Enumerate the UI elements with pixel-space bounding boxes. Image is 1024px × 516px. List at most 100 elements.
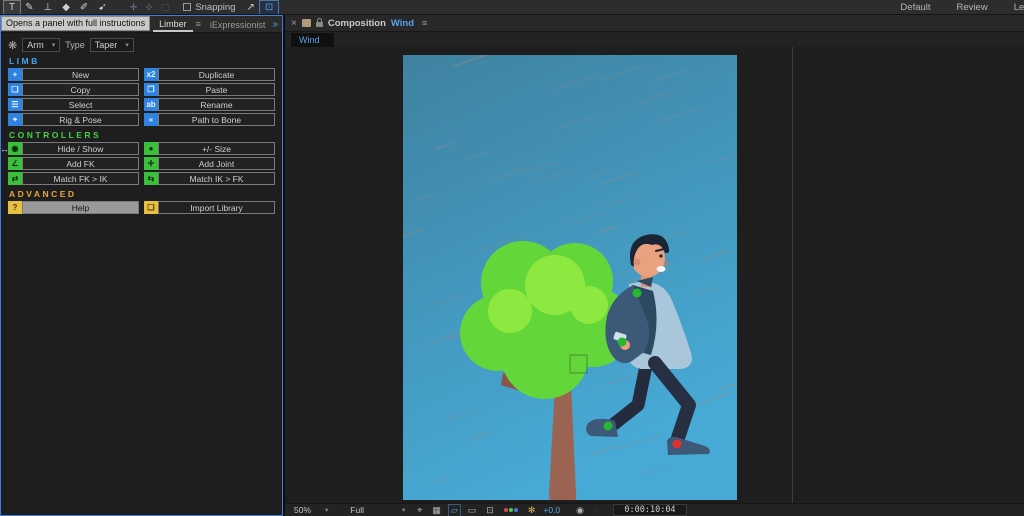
eraser-tool[interactable]: ◆ xyxy=(57,1,75,14)
type-tool[interactable]: T xyxy=(4,1,20,14)
snapshot-camera-icon[interactable]: ◉ xyxy=(574,505,586,516)
snapping-checkbox[interactable] xyxy=(183,3,191,11)
back-shoe xyxy=(586,419,618,437)
more-tabs-icon[interactable]: » xyxy=(272,19,278,30)
limb-button-grid: + New x2 Duplicate ❏ Copy ❐ Paste xyxy=(8,68,275,126)
gear-icon[interactable]: ❋ xyxy=(8,39,17,52)
hand-grid-icon[interactable]: ⌖ xyxy=(415,505,424,516)
limb-select[interactable]: Arm ▾ xyxy=(22,38,60,52)
puppet-pin-tool[interactable]: ➹ xyxy=(93,1,111,14)
controller-dot-back-heel[interactable] xyxy=(604,422,613,431)
panel-menu-icon[interactable]: ≡ xyxy=(193,19,204,29)
select-button[interactable]: ☰ Select xyxy=(8,98,139,111)
composition-thumbnail-icon xyxy=(302,19,311,27)
paste-button[interactable]: ❐ Paste xyxy=(144,83,275,96)
snap-bounds-icon[interactable]: ⊡ xyxy=(260,1,278,14)
snap-arrow-icon[interactable]: ↗ xyxy=(241,1,259,14)
plus-icon: + xyxy=(8,68,22,81)
zoom-select[interactable]: 50% ▾ xyxy=(290,505,332,515)
resolution-select[interactable]: Full ▾ xyxy=(346,505,409,515)
tab-iexpressionist[interactable]: iExpressionist xyxy=(204,18,272,31)
roto-brush-tool[interactable]: ✐ xyxy=(75,1,93,14)
composition-name[interactable]: Wind xyxy=(391,18,414,29)
eye xyxy=(659,254,662,257)
help-icon: ? xyxy=(8,201,22,214)
button-label: Match IK > FK xyxy=(158,172,275,185)
mask-visibility-icon[interactable]: ▱ xyxy=(449,505,460,516)
import-library-button[interactable]: ❑ Import Library xyxy=(144,201,275,214)
puppet-overlap-pin-icon[interactable]: ▢ xyxy=(157,1,174,14)
add-fk-button[interactable]: ∠ Add FK xyxy=(8,157,139,170)
button-label: Help xyxy=(22,201,139,214)
lock-icon[interactable] xyxy=(316,22,323,27)
rig-pose-icon: ⌖ xyxy=(8,113,22,126)
controller-dot-hand[interactable] xyxy=(618,338,627,347)
duplicate-button[interactable]: x2 Duplicate xyxy=(144,68,275,81)
composition-panel: × Composition Wind ≡ Wind xyxy=(285,15,1024,516)
hide-show-button[interactable]: ◉ Hide / Show xyxy=(8,142,139,155)
mouth xyxy=(657,266,666,272)
puppet-starch-pin-icon[interactable]: ✜ xyxy=(141,1,157,14)
match-fk-ik-button[interactable]: ⇄ Match FK > IK xyxy=(8,172,139,185)
workspace-review[interactable]: Review xyxy=(957,2,988,13)
add-joint-button[interactable]: ✛ Add Joint xyxy=(144,157,275,170)
guides-icon[interactable]: ⊡ xyxy=(484,505,496,516)
pixel-aspect-icon[interactable]: ◌ xyxy=(592,505,601,515)
app-toolbar: T ✎ ⊥ ◆ ✐ ➹ ✛ ✜ ▢ Snapping ↗ ⊡ Default R… xyxy=(0,0,1024,15)
viewer-tab-row: Wind xyxy=(285,32,1024,47)
exposure-value[interactable]: +0.0 xyxy=(543,505,560,515)
tab-limber[interactable]: Limber xyxy=(153,17,193,32)
rename-icon: ab xyxy=(144,98,158,111)
composition-viewer[interactable] xyxy=(285,47,1024,503)
panel-menu-icon[interactable]: ≡ xyxy=(419,18,430,28)
import-library-icon: ❑ xyxy=(144,201,158,214)
brush-tool[interactable]: ✎ xyxy=(20,1,38,14)
limber-panel-body: ❋ Arm ▾ Type Taper ▾ LIMB + New xyxy=(1,33,282,515)
button-label: Add FK xyxy=(22,157,139,170)
select-list-icon: ☰ xyxy=(8,98,22,111)
match-fk-ik-icon: ⇄ xyxy=(8,172,22,185)
path-to-bone-button[interactable]: « Path to Bone xyxy=(144,113,275,126)
guide-line xyxy=(792,47,793,503)
add-fk-icon: ∠ xyxy=(8,157,22,170)
rig-pose-button[interactable]: ⌖ Rig & Pose xyxy=(8,113,139,126)
button-label: Add Joint xyxy=(158,157,275,170)
transparency-grid-icon[interactable]: ▦ xyxy=(430,505,443,516)
workspace-learn[interactable]: Learn xyxy=(1014,2,1024,13)
match-ik-fk-button[interactable]: ⇆ Match IK > FK xyxy=(144,172,275,185)
main-area: ↔ Opens a panel with full instructions L… xyxy=(0,15,1024,516)
section-header-controllers: CONTROLLERS xyxy=(9,130,274,140)
help-button[interactable]: ? Help xyxy=(8,201,139,214)
workspace-default[interactable]: Default xyxy=(900,2,930,13)
composition-canvas[interactable] xyxy=(403,55,737,500)
rename-button[interactable]: ab Rename xyxy=(144,98,275,111)
scene-svg xyxy=(403,55,737,500)
snapping-toggle[interactable]: Snapping xyxy=(183,2,235,13)
gear-icon[interactable]: ✻ xyxy=(526,505,538,516)
region-of-interest-icon[interactable]: ▭ xyxy=(466,505,479,516)
copy-button[interactable]: ❏ Copy xyxy=(8,83,139,96)
button-label: Rename xyxy=(158,98,275,111)
puppet-position-pin-icon[interactable]: ✛ xyxy=(126,1,142,14)
color-management-icon[interactable] xyxy=(502,508,520,512)
after-effects-window: T ✎ ⊥ ◆ ✐ ➹ ✛ ✜ ▢ Snapping ↗ ⊡ Default R… xyxy=(0,0,1024,516)
clone-stamp-tool[interactable]: ⊥ xyxy=(39,1,58,14)
mouse-cursor: ↔ xyxy=(0,144,9,154)
composition-tab-row: × Composition Wind ≡ xyxy=(285,15,1024,32)
button-label: Hide / Show xyxy=(22,142,139,155)
workspace-switcher: Default Review Learn xyxy=(900,0,1024,15)
new-button[interactable]: + New xyxy=(8,68,139,81)
viewer-tab-wind[interactable]: Wind xyxy=(291,33,334,47)
section-header-limb: LIMB xyxy=(9,56,274,66)
type-select[interactable]: Taper ▾ xyxy=(90,38,134,52)
controller-dot-front-foot[interactable] xyxy=(673,440,682,449)
button-label: New xyxy=(22,68,139,81)
close-icon[interactable]: × xyxy=(291,18,297,29)
button-label: Duplicate xyxy=(158,68,275,81)
button-label: +/- Size xyxy=(158,142,275,155)
size-dot-icon: ● xyxy=(144,142,158,155)
add-joint-icon: ✛ xyxy=(144,157,158,170)
controller-dot-chest[interactable] xyxy=(633,289,642,298)
size-button[interactable]: ● +/- Size xyxy=(144,142,275,155)
timecode-display[interactable]: 0:00:10:04 xyxy=(613,504,686,516)
